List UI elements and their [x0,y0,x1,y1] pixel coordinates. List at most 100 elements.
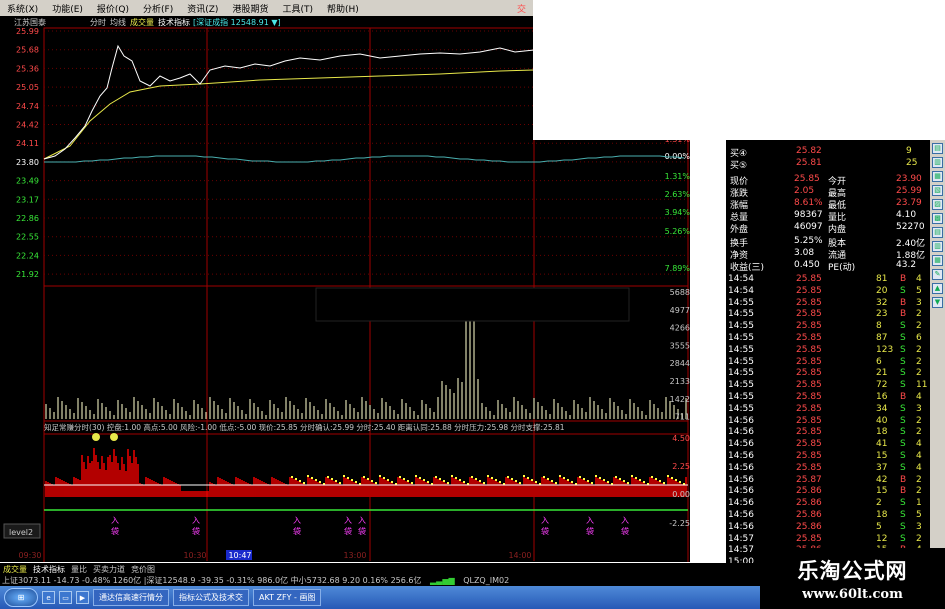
tick-time: 14:56 [728,451,754,461]
avg-price-line [43,69,535,160]
tick-count: 4 [916,462,922,473]
tab-timeshare[interactable]: 分时 [90,17,106,27]
pen-icon[interactable]: ✎ [932,269,943,280]
quote-cell: 25.99 [896,186,922,196]
start-button[interactable]: ⊞ [4,588,38,607]
chart-icon[interactable]: ▨ [932,199,943,210]
menu-analysis[interactable]: 分析(F) [136,2,180,15]
side-toolbar: ▤ ▥ ▦ ▧ ▨ ▩ ▤ ▥ ▦ ✎ ▲ ▼ [930,140,945,566]
quote-cell: 内盘 [828,225,847,235]
signal-label: 袋 [621,526,629,536]
tick-price: 25.86 [796,498,822,509]
quote-row: 买⑤ 25.81 25 [726,158,930,171]
indicator-tick: -2.25 [669,519,690,528]
tab-indicator[interactable]: 技术指标 [158,17,190,27]
tick-time: 14:54 [728,285,754,296]
menu-bar: 系统(X) 功能(E) 报价(Q) 分析(F) 资讯(Z) 港股期货 工具(T)… [0,0,533,16]
quote-row: 14:55 25.85 72 S 11 [726,380,930,392]
tick-time: 14:56 [728,415,754,426]
chart-icon[interactable]: ▦ [932,255,943,266]
stock-name: 江苏国泰 [14,17,46,27]
chart-icon[interactable]: ▦ [932,171,943,182]
signal-dot [110,433,118,441]
tab-volume[interactable]: 成交量 [130,17,154,27]
quote-row: 14:56 25.86 5 S 3 [726,522,930,534]
tick-count: 2 [916,309,922,320]
task-formula[interactable]: 指标公式及技术交 [173,589,249,606]
quote-row: 14:56 25.85 40 S 2 [726,416,930,428]
tick-side: S [900,427,906,438]
menu-news[interactable]: 资讯(Z) [180,2,225,15]
tick-side: S [900,333,906,343]
tick-price: 25.85 [796,368,822,379]
tick-time: 14:55 [728,380,754,391]
quote-cell: 43.2 [896,260,917,270]
chart-icon[interactable]: ▤ [932,143,943,154]
menu-system[interactable]: 系统(X) [0,2,45,15]
menu-quote[interactable]: 报价(Q) [90,2,136,15]
task-tdx[interactable]: 通达信高速行情分 [93,589,169,606]
quote-row: 总量 98367 量比 4.10 [726,210,930,223]
tick-side: B [900,486,907,497]
menu-trade[interactable]: 交 [510,2,533,15]
bid-price: 25.81 [796,158,822,168]
menu-hk-futures[interactable]: 港股期货 [225,2,275,15]
price-tick: 25.99 [16,27,39,36]
tick-price: 25.85 [796,333,822,343]
bottom-tabs: 成交量 技术指标 量比 买卖力道 竞价图 [0,563,760,575]
tick-time: 14:57 [728,533,754,544]
quote-row: 涨幅 8.61% 最低 23.79 [726,198,930,211]
tick-side: B [900,297,907,308]
chart-icon[interactable]: ▥ [932,241,943,252]
percent-tick: 7.89% [665,264,690,273]
chart-icon[interactable]: ▧ [932,185,943,196]
chart-icon[interactable]: ▩ [932,213,943,224]
tick-side: B [900,274,907,284]
tick-price: 25.85 [796,274,822,284]
tab-buy-sell[interactable]: 买卖力道 [93,564,125,575]
tick-side: S [900,321,906,332]
ie-icon[interactable]: e [42,591,55,604]
signal-label: 袋 [541,526,549,536]
tick-volume: 123 [876,344,894,355]
tab-indicator[interactable]: 技术指标 [33,564,65,575]
quote-row: 14:55 25.85 23 B 2 [726,309,930,321]
quote-row: 14:55 25.85 16 B 4 [726,392,930,404]
tab-avgline[interactable]: 均线 [110,17,126,27]
tick-count: 2 [916,344,922,355]
folder-icon[interactable]: ▭ [59,591,72,604]
quote-row: 14:54 25.85 81 B 4 [726,274,930,286]
signal-label: 袋 [192,526,200,536]
arrow-up-icon[interactable]: ▲ [932,283,943,294]
percent-tick: 2.63% [665,190,690,199]
tick-count: 2 [916,533,922,544]
tick-volume: 23 [876,309,888,320]
menu-tools[interactable]: 工具(T) [275,2,320,15]
signal-label: 袋 [586,526,594,536]
menu-function[interactable]: 功能(E) [45,2,90,15]
quote-row: 14:56 25.85 18 S 2 [726,427,930,439]
logo-url: www.60lt.com [802,587,903,602]
arrow-down-icon[interactable]: ▼ [932,297,943,308]
tick-volume: 37 [876,462,888,473]
chart-icon[interactable]: ▤ [932,227,943,238]
tab-auction[interactable]: 竞价图 [131,564,155,575]
tick-time: 14:56 [728,427,754,438]
menu-help[interactable]: 帮助(H) [320,2,366,15]
tick-time: 14:56 [728,521,754,532]
tick-side: S [900,439,906,450]
tick-price: 25.86 [796,510,822,520]
time-tick: 14:00 [508,551,531,560]
price-tick: 22.24 [16,251,39,260]
task-paint[interactable]: AKT ZFY - 画图 [253,589,322,606]
media-icon[interactable]: ▶ [76,591,89,604]
tab-volume[interactable]: 成交量 [3,564,27,575]
quote-row: 外盘 46097 内盘 52270 [726,222,930,235]
quote-row: 14:55 25.85 87 S 6 [726,333,930,345]
tab-volume-ratio[interactable]: 量比 [71,564,87,575]
tick-price: 25.85 [796,356,822,367]
quote-cell: 98367 [794,210,823,220]
level2-tab[interactable]: level2 [9,528,33,537]
chart-icon[interactable]: ▥ [932,157,943,168]
quote-cell: 收益(三) [730,263,765,273]
